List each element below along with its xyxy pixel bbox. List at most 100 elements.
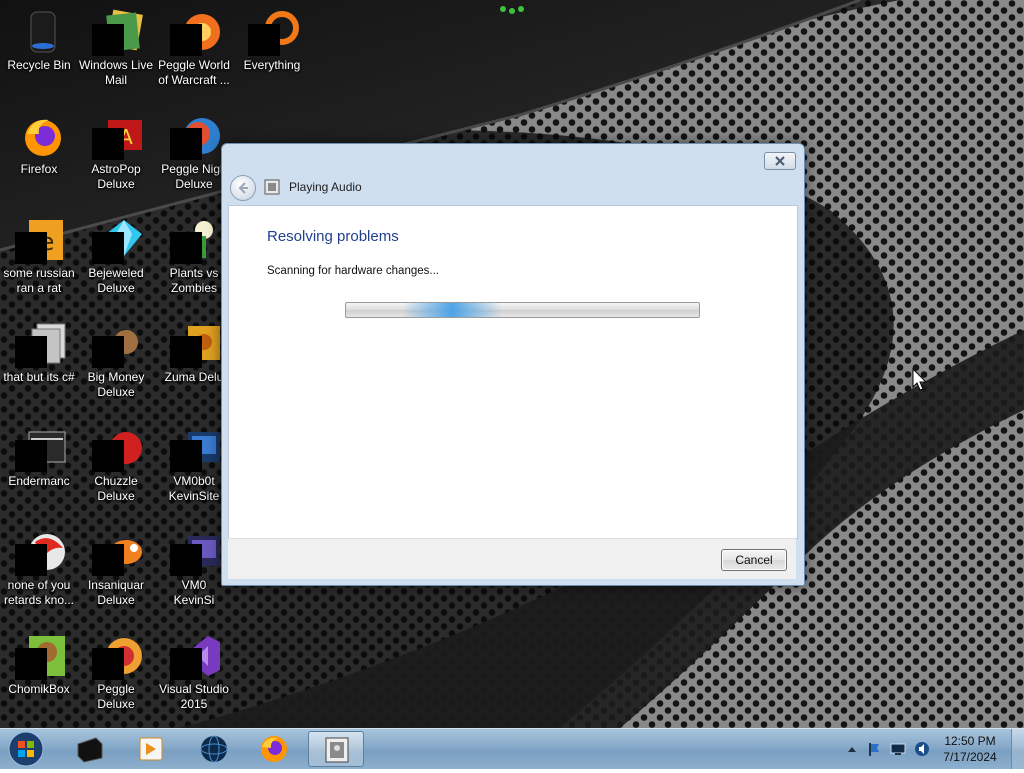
desktop-icon-recycle-bin[interactable]: Recycle Bin (1, 4, 77, 96)
progress-bar (345, 302, 700, 318)
dialog-content: Resolving problems Scanning for hardware… (228, 205, 798, 539)
redacted-block (15, 440, 47, 472)
troubleshooter-icon (264, 179, 280, 195)
visual-studio-icon (170, 632, 220, 680)
redacted-block (15, 232, 47, 264)
redacted-block (92, 648, 124, 680)
desktop-icon-label: Windows Live Mail (78, 58, 154, 87)
desktop-icon-endermanch[interactable]: Endermanc (1, 420, 77, 512)
taskbar-button-black-box[interactable] (62, 731, 118, 767)
big-money-icon (92, 320, 140, 368)
desktop-icon-windows-live-mail[interactable]: Windows Live Mail (78, 4, 154, 96)
redacted-block (248, 24, 280, 56)
dialog-title: Playing Audio (289, 180, 362, 194)
taskbar: 12:50 PM 7/17/2024 (0, 728, 1024, 769)
file-icon (15, 528, 65, 576)
volume-icon[interactable] (914, 741, 930, 757)
desktop-icon-everything[interactable]: Everything (234, 4, 310, 96)
desktop-icon-bejeweled[interactable]: Bejeweled Deluxe (78, 212, 154, 304)
page-heading: Resolving problems (267, 228, 399, 245)
desktop-icon-label: Endermanc (8, 474, 70, 488)
back-arrow-icon (238, 182, 248, 194)
insaniquarium-icon (92, 528, 142, 576)
desktop-icon-label: Everything (243, 58, 301, 72)
desktop-icon-label: Bejeweled Deluxe (88, 266, 144, 295)
clock-date: 7/17/2024 (943, 750, 997, 764)
peggle-nights-icon (170, 112, 220, 160)
desktop-icon-some-russian[interactable]: e some russian ran a rat (1, 212, 77, 304)
redacted-block (92, 24, 124, 56)
desktop-icon-firefox[interactable]: Firefox (1, 108, 77, 200)
astropop-icon: A (92, 112, 142, 160)
redacted-block (15, 648, 47, 680)
desktop-icon-chomikbox[interactable]: ChomikBox (1, 628, 77, 720)
redacted-block (170, 24, 202, 56)
taskbar-button-media-player[interactable] (122, 731, 178, 767)
peggle-icon (92, 632, 142, 680)
redacted-block (92, 232, 124, 264)
desktop-icon-label: Peggle World of Warcraft ... (158, 58, 230, 87)
desktop-icon-label: some russian ran a rat (3, 266, 75, 295)
clock[interactable]: 12:50 PM 7/17/2024 (930, 733, 1010, 765)
file-icon (15, 320, 66, 368)
chomikbox-icon (15, 632, 65, 680)
taskbar-button-firefox[interactable] (246, 731, 302, 767)
back-button[interactable] (230, 175, 256, 201)
clock-time: 12:50 PM (944, 734, 996, 748)
dialog-footer: Cancel (228, 538, 796, 579)
redacted-block (92, 128, 124, 160)
window-icon (15, 424, 66, 472)
windows-logo-icon (8, 731, 44, 767)
redacted-block (170, 336, 202, 368)
desktop-icon-big-money[interactable]: Big Money Deluxe (78, 316, 154, 408)
desktop-icon-peggle-wow[interactable]: Peggle World of Warcraft ... (156, 4, 232, 96)
vm-icon (170, 528, 220, 576)
redacted-block (15, 336, 47, 368)
show-hidden-icons-icon[interactable] (844, 741, 860, 757)
redacted-block (92, 440, 124, 472)
bejeweled-icon (92, 216, 142, 264)
redacted-block (15, 544, 47, 576)
redacted-block (170, 232, 202, 264)
desktop-icon-label: Insaniquar Deluxe (87, 578, 145, 607)
taskbar-button-globe[interactable] (186, 731, 242, 767)
desktop-icon-label: Recycle Bin (7, 58, 71, 72)
redacted-block (92, 336, 124, 368)
redacted-block (170, 440, 202, 472)
chuzzle-icon (92, 424, 142, 472)
desktop-icon-chuzzle[interactable]: Chuzzle Deluxe (78, 420, 154, 512)
mouse-cursor-icon (912, 368, 928, 391)
start-button[interactable] (5, 730, 47, 768)
progress-indicator (402, 303, 502, 317)
desktop-icon-that-but-its-csharp[interactable]: that but its c# (1, 316, 77, 408)
close-icon (775, 156, 785, 166)
desktop-icon-label: Peggle Deluxe (97, 682, 135, 711)
globe-icon (200, 735, 228, 763)
action-center-flag-icon[interactable] (866, 741, 882, 757)
firefox-icon (261, 736, 287, 762)
file-icon: e (15, 216, 63, 264)
close-button[interactable] (764, 152, 796, 170)
desktop-icon-label: Chuzzle Deluxe (94, 474, 138, 503)
desktop-icon-label: ChomikBox (8, 682, 70, 696)
everything-icon (248, 8, 299, 56)
desktop-icon-label: Visual Studio 2015 (159, 682, 229, 711)
desktop-icon-label: that but its c# (3, 370, 75, 384)
troubleshooter-dialog[interactable]: Playing Audio Resolving problems Scannin… (221, 143, 805, 586)
show-desktop-button[interactable] (1011, 729, 1024, 769)
desktop-icon-insaniquarium[interactable]: Insaniquar Deluxe (78, 524, 154, 616)
cancel-button[interactable]: Cancel (721, 549, 787, 571)
network-icon[interactable] (890, 741, 906, 757)
desktop-icon-none-of-you[interactable]: none of you retards kno... (1, 524, 77, 616)
desktop-icon-label: AstroPop Deluxe (91, 162, 141, 191)
desktop-icon-peggle-deluxe[interactable]: Peggle Deluxe (78, 628, 154, 720)
media-player-icon (139, 737, 163, 761)
desktop-icon-visual-studio-2015[interactable]: Visual Studio 2015 (156, 628, 232, 720)
recycle-bin-icon (15, 8, 63, 56)
taskbar-button-troubleshooter[interactable] (308, 731, 364, 767)
redacted-block (92, 544, 124, 576)
system-tray: 12:50 PM 7/17/2024 (840, 729, 1024, 769)
status-text: Scanning for hardware changes... (267, 265, 439, 277)
desktop-icon-astropop[interactable]: A AstroPop Deluxe (78, 108, 154, 200)
zuma-icon (170, 320, 220, 368)
